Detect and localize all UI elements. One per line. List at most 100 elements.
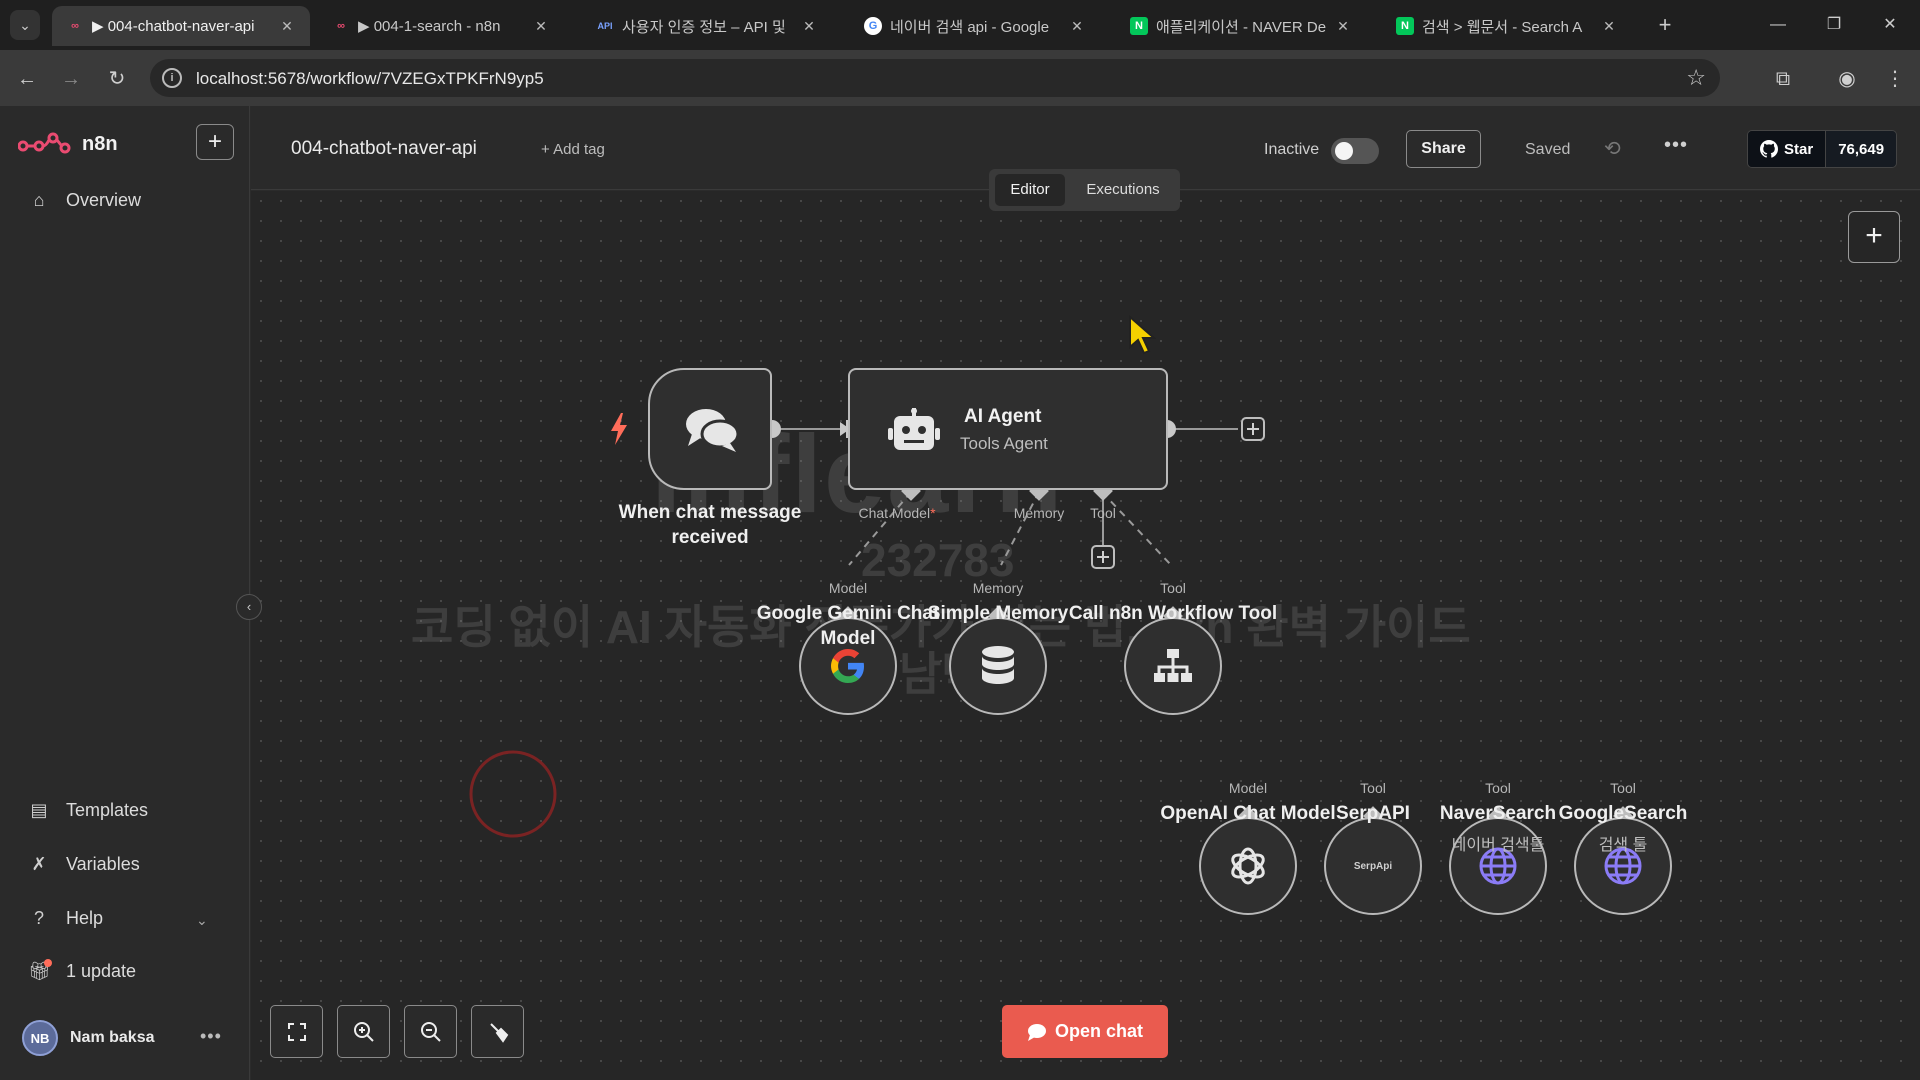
connections-layer: [469, 417, 1633, 838]
minimize-button[interactable]: —: [1758, 12, 1798, 38]
mode-switcher: Editor Executions: [989, 169, 1180, 211]
workflow-name[interactable]: 004-chatbot-naver-api: [291, 138, 477, 160]
database-icon: [982, 646, 1014, 684]
user-profile[interactable]: NB Nam baksa: [22, 1020, 155, 1056]
tab-editor[interactable]: Editor: [995, 174, 1065, 206]
close-icon[interactable]: ✕: [278, 18, 296, 35]
user-menu-icon[interactable]: •••: [200, 1026, 222, 1047]
window-close-button[interactable]: ✕: [1870, 12, 1910, 38]
sidebar-item-templates[interactable]: ▤ Templates: [28, 800, 148, 821]
url-field[interactable]: i localhost:5678/workflow/7VZEGxTPKFrN9y…: [150, 59, 1720, 97]
tab-title: 검색 > 웹문서 - Search A: [1422, 18, 1583, 36]
tidy-up-button[interactable]: [471, 1005, 524, 1058]
restore-button[interactable]: ❐: [1814, 12, 1854, 38]
collapse-sidebar-button[interactable]: ‹: [236, 594, 262, 620]
node-chat-trigger[interactable]: [648, 368, 772, 490]
profile-icon[interactable]: ◉: [1832, 64, 1862, 94]
forward-button[interactable]: →: [56, 64, 86, 94]
tab-executions[interactable]: Executions: [1071, 174, 1175, 206]
create-button[interactable]: +: [196, 124, 234, 160]
browser-tab[interactable]: API 사용자 인증 정보 – API 및 ✕: [582, 6, 832, 46]
naver-icon: N: [1396, 17, 1414, 35]
serpapi-icon: SerpApi: [1353, 860, 1393, 872]
n8n-logo-icon: ∞: [337, 20, 345, 32]
close-icon[interactable]: ✕: [1334, 18, 1352, 35]
chevron-down-icon[interactable]: ⌄: [196, 912, 208, 929]
sitemap-icon: [1154, 649, 1192, 682]
url-text[interactable]: localhost:5678/workflow/7VZEGxTPKFrN9yp5: [196, 69, 544, 89]
robot-icon: [888, 408, 940, 450]
history-icon[interactable]: ⟲: [1604, 136, 1621, 161]
extensions-icon[interactable]: ⧉: [1768, 64, 1798, 94]
user-name: Nam baksa: [70, 1029, 155, 1046]
sidebar-item-label: Templates: [66, 800, 149, 820]
avatar: NB: [22, 1020, 58, 1056]
workflow-canvas[interactable]: inflearn 232783 코딩 없이 AI 자동화 전문가가 되는 법, …: [251, 191, 1920, 1080]
mouse-cursor-icon: [1129, 315, 1156, 355]
node-call-workflow-tool[interactable]: [1124, 617, 1222, 715]
close-icon[interactable]: ✕: [800, 18, 818, 35]
github-star-button[interactable]: Star 76,649: [1747, 130, 1898, 168]
toggle-knob: [1335, 142, 1353, 160]
close-icon[interactable]: ✕: [532, 18, 550, 35]
active-toggle[interactable]: [1331, 138, 1379, 164]
browser-tab[interactable]: N 검색 > 웹문서 - Search A ✕: [1382, 6, 1632, 46]
back-button[interactable]: ←: [12, 64, 42, 94]
browser-tab[interactable]: ∞ ▶ 004-1-search - n8n ✕: [318, 6, 564, 46]
sidebar-item-label: Help: [66, 908, 104, 928]
close-icon[interactable]: ✕: [1068, 18, 1086, 35]
zoom-out-icon: [420, 1021, 441, 1042]
more-options-icon[interactable]: •••: [1664, 134, 1688, 157]
model-connection: [848, 491, 912, 566]
address-bar: ← → ↻ i localhost:5678/workflow/7VZEGxTP…: [0, 50, 1920, 106]
github-star: Star: [1748, 131, 1826, 167]
bookmark-star-icon[interactable]: ☆: [1686, 65, 1706, 91]
port-label-tool: Tool: [1090, 505, 1116, 521]
new-tab-button[interactable]: +: [1652, 12, 1678, 38]
sidebar-item-help[interactable]: ? Help: [28, 908, 103, 929]
port-label-tool: Tool: [1610, 780, 1636, 796]
github-star-label: Star: [1784, 140, 1814, 158]
browser-tab[interactable]: ∞ ▶ 004-chatbot-naver-api ✕: [52, 6, 310, 46]
status-label: Inactive: [1264, 141, 1320, 158]
sidebar-item-variables[interactable]: ✗ Variables: [28, 854, 140, 875]
saved-status: Saved: [1525, 141, 1571, 158]
n8n-logo-icon: ∞: [71, 20, 79, 32]
tab-search-button[interactable]: ⌄: [10, 10, 40, 40]
fit-view-button[interactable]: [270, 1005, 323, 1058]
variables-icon: ✗: [31, 854, 47, 874]
templates-icon: ▤: [30, 800, 48, 820]
google-icon: [831, 649, 864, 683]
zoom-in-button[interactable]: [337, 1005, 390, 1058]
node-label: GoogleSearch: [1558, 803, 1688, 824]
browser-tab[interactable]: G 네이버 검색 api - Google ✕: [850, 6, 1100, 46]
memory-connection: [1000, 491, 1040, 566]
share-button[interactable]: Share: [1406, 130, 1481, 168]
n8n-logo-icon: [18, 132, 71, 154]
add-node-button[interactable]: +: [1848, 211, 1900, 263]
agent-subtitle: Tools Agent: [960, 434, 1048, 453]
zoom-out-button[interactable]: [404, 1005, 457, 1058]
node-ai-agent[interactable]: AI Agent Tools Agent: [848, 368, 1168, 490]
n8n-logo[interactable]: n8n: [18, 132, 118, 156]
agent-title: AI Agent: [964, 406, 1042, 427]
tab-title: 네이버 검색 api - Google: [890, 18, 1050, 36]
reload-button[interactable]: ↻: [102, 64, 132, 94]
node-serpapi[interactable]: SerpApi: [1324, 817, 1422, 915]
node-simple-memory[interactable]: [949, 617, 1047, 715]
port-label-tool: Tool: [1160, 580, 1186, 596]
browser-menu-icon[interactable]: ⋮: [1880, 64, 1910, 94]
home-icon: ⌂: [33, 190, 45, 210]
site-info-icon[interactable]: i: [162, 68, 182, 88]
api-icon: API: [597, 21, 613, 31]
port-label-memory: Memory: [972, 580, 1024, 596]
add-tag-button[interactable]: + Add tag: [541, 141, 605, 158]
sidebar-item-update[interactable]: 🎁︎ 1 update: [28, 959, 136, 982]
tab-title: 사용자 인증 정보 – API 및: [622, 18, 786, 36]
node-openai-chat-model[interactable]: [1199, 817, 1297, 915]
sidebar-item-label: Variables: [66, 854, 140, 874]
close-icon[interactable]: ✕: [1600, 18, 1618, 35]
open-chat-button[interactable]: Open chat: [1002, 1005, 1168, 1058]
sidebar-item-overview[interactable]: ⌂ Overview: [28, 190, 141, 211]
browser-tab[interactable]: N 애플리케이션 - NAVER De ✕: [1116, 6, 1366, 46]
